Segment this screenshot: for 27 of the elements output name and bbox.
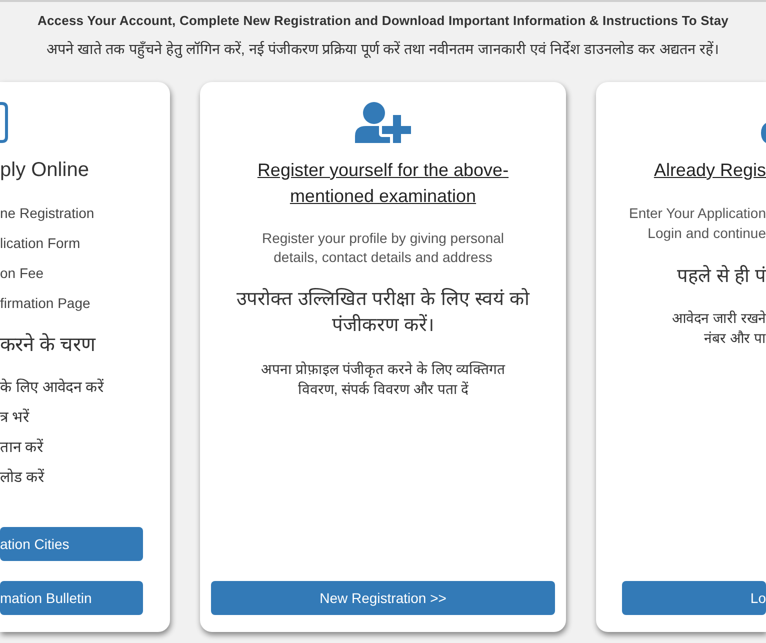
- step-item: के लिए आवेदन करें: [0, 378, 105, 398]
- step-item: on Fee: [0, 264, 45, 283]
- card-description: अपना प्रोफ़ाइल पंजीकृत करने के लिए व्यक्तिगत विवरण, संपर्क विवरण और पता दें: [260, 360, 506, 399]
- card-title: पहले से ही पं: [677, 264, 766, 289]
- card-title: करने के चरण: [0, 332, 97, 358]
- action-button[interactable]: ation Cities: [0, 527, 143, 561]
- step-item: त्र भरें: [0, 408, 30, 428]
- action-button[interactable]: Lo: [622, 581, 766, 615]
- card-title: ply Online: [0, 158, 90, 182]
- step-item: ne Registration: [0, 204, 96, 223]
- card-description: Enter Your Application Login and continue: [629, 204, 766, 243]
- step-item: तान करें: [0, 438, 44, 458]
- action-button[interactable]: New Registration >>: [211, 581, 555, 615]
- user-plus-icon: [355, 102, 411, 143]
- page-heading: Access Your Account, Complete New Registration and Download Important Information & Instructions To Stay: [37, 12, 729, 30]
- card-description: Register your profile by giving personal details, contact details and address: [260, 229, 505, 267]
- page-subheading: अपने खाते तक पहुँचने हेतु लॉगिन करें, नई पंजीकरण प्रक्रिया पूर्ण करें तथा नवीनतम जानकारी एवं निर्देश डाउनलोड कर अद्यतन रहें।: [46, 40, 720, 61]
- rounded-frame-icon: [0, 102, 8, 143]
- card-title-link[interactable]: Already Regis: [654, 157, 766, 183]
- step-item: lication Form: [0, 234, 82, 253]
- card-title-link[interactable]: Register yourself for the above-mentioned examination: [243, 157, 523, 209]
- step-item: लोड करें: [0, 468, 46, 488]
- action-button[interactable]: mation Bulletin: [0, 581, 143, 615]
- arc-icon: [761, 123, 766, 143]
- step-item: firmation Page: [0, 294, 92, 313]
- card-description: आवेदन जारी रखने नंबर और पा: [672, 309, 766, 348]
- card-title: उपरोक्त उल्लिखित परीक्षा के लिए स्वयं को पंजीकरण करें।: [236, 287, 531, 338]
